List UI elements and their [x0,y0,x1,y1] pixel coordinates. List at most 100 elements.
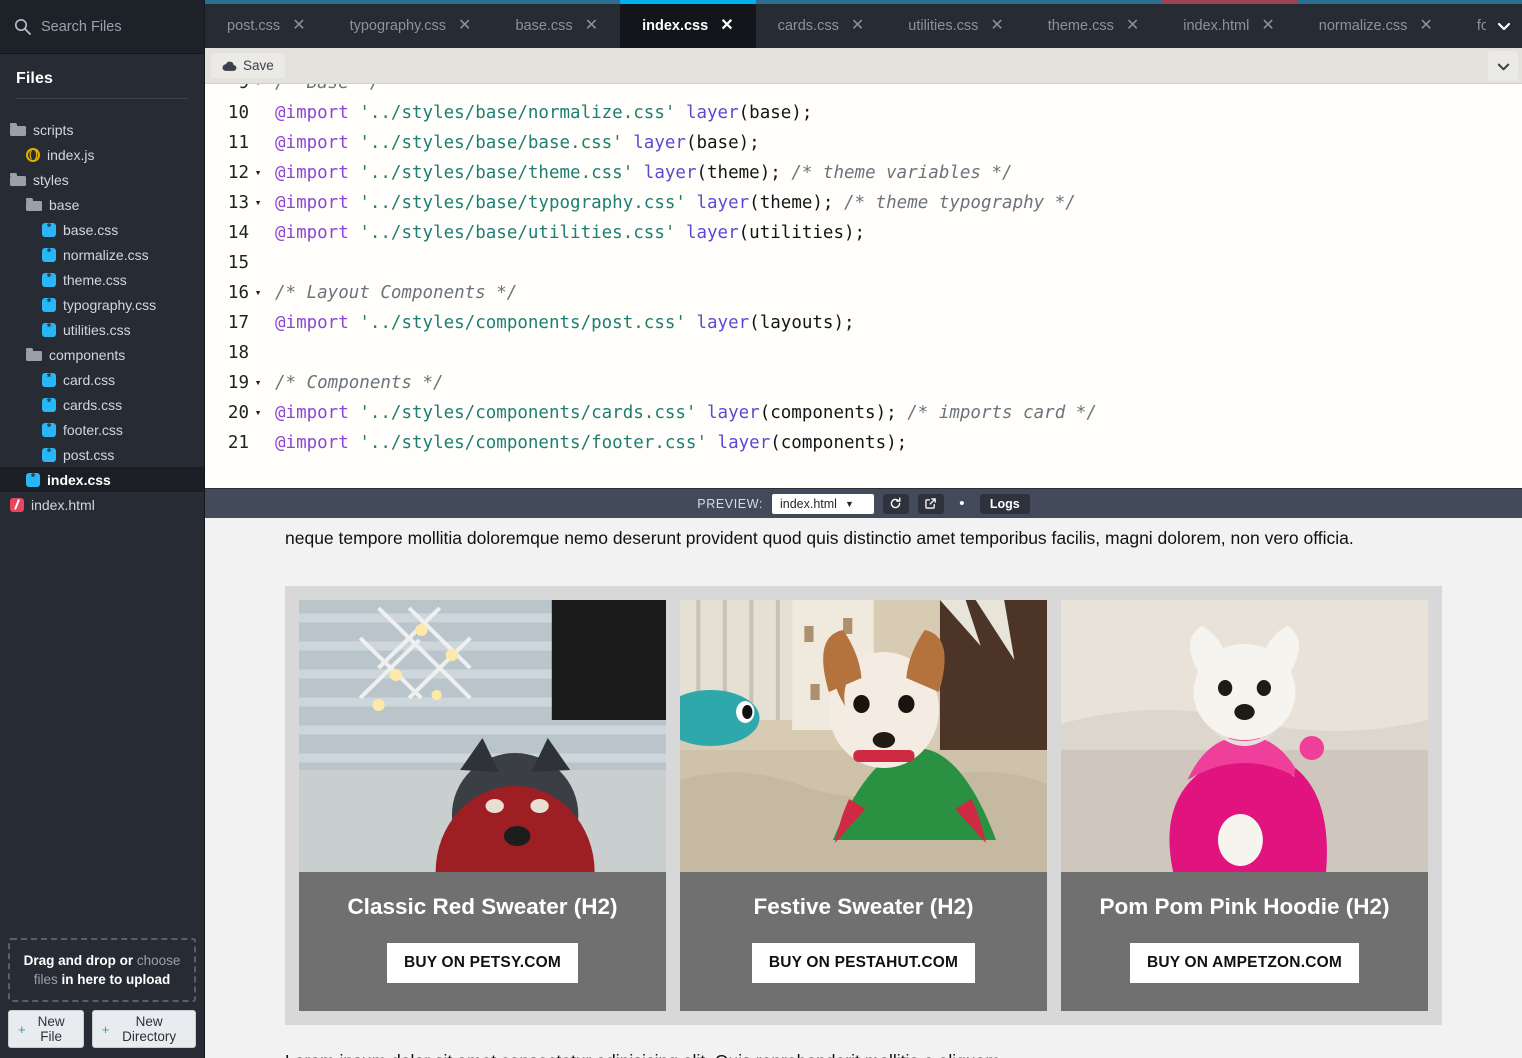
close-icon[interactable]: ✕ [851,18,864,34]
file-tree-item-label: scripts [33,122,73,138]
tab-overflow-button[interactable] [1486,0,1522,48]
preview-file-select[interactable]: index.html ▼ [772,494,874,514]
file-tree-item[interactable]: index.html [0,492,204,517]
editor-tab-label: normalize.css [1319,18,1408,34]
close-icon[interactable]: ✕ [1261,18,1274,34]
file-tree-item[interactable]: *base.css [0,217,204,242]
file-tree-item-label: base.css [63,222,118,238]
refresh-icon [889,497,902,510]
code-editor[interactable]: 9▾/* Base */10@import '../styles/base/no… [205,84,1522,488]
code-fold-toggle[interactable]: ▾ [251,84,265,98]
code-token-kw: layer [718,433,771,453]
code-line: 15 [205,248,1522,278]
logs-button[interactable]: Logs [980,494,1030,514]
code-token-at: @import [275,313,349,333]
editor-tab[interactable]: utilities.css✕ [886,0,1026,48]
preview-paragraph-bottom: Lorem ipsum dolor sit amet consectetur a… [285,1045,1425,1058]
code-line: 13▾@import '../styles/base/typography.cs… [205,188,1522,218]
file-tree-item-label: typography.css [63,297,156,313]
line-number: 14 [205,218,251,248]
file-tree-item[interactable]: *theme.css [0,267,204,292]
new-file-button[interactable]: + New File [8,1010,84,1048]
code-fold-toggle[interactable]: ▾ [251,158,265,188]
file-tree-item[interactable]: base [0,192,204,217]
css-file-icon: * [42,323,56,337]
line-number: 15 [205,248,251,278]
code-token-plain: (components); [760,403,908,423]
close-icon[interactable]: ✕ [1419,18,1432,34]
new-directory-label: New Directory [112,1014,186,1044]
new-directory-button[interactable]: + New Directory [92,1010,196,1048]
editor-tab[interactable]: base.css✕ [493,0,620,48]
file-tree-item[interactable]: *post.css [0,442,204,467]
file-tree-item[interactable]: *normalize.css [0,242,204,267]
editor-tab-label: index.html [1183,18,1249,34]
code-token-at: @import [275,103,349,123]
close-icon[interactable]: ✕ [458,18,471,34]
code-fold-toggle[interactable]: ▾ [251,398,265,428]
code-text: @import '../styles/base/typography.css' … [265,188,1076,218]
file-tree-item[interactable]: *index.css [0,467,204,492]
code-fold-toggle[interactable]: ▾ [251,368,265,398]
close-icon[interactable]: ✕ [990,18,1003,34]
code-fold-toggle [251,308,265,338]
code-text: @import '../styles/base/normalize.css' l… [265,98,812,128]
close-icon[interactable]: ✕ [720,18,733,34]
search-bar[interactable] [0,0,204,54]
code-token-kw: layer [686,223,739,243]
file-sidebar: Files scripts()index.jsstylesbase*base.c… [0,0,205,1058]
close-icon[interactable]: ✕ [292,18,305,34]
search-input[interactable] [41,19,191,35]
editor-tab[interactable]: post.css✕ [205,0,328,48]
upload-dropzone[interactable]: Drag and drop or choose files in here to… [8,938,196,1002]
code-token-str: '../styles/base/base.css' [359,133,622,153]
save-label: Save [243,58,274,73]
editor-tab-label: index.css [642,18,708,34]
code-token-comment: /* theme typography */ [844,193,1076,213]
editor-tab[interactable]: theme.css✕ [1026,0,1162,48]
file-tree-item[interactable]: *cards.css [0,392,204,417]
code-token-kw: layer [707,403,760,423]
code-token-comment: /* theme variables */ [791,163,1012,183]
file-tree-item[interactable]: styles [0,167,204,192]
preview-viewport[interactable]: neque tempore mollitia doloremque nemo d… [205,518,1522,1058]
file-tree-item[interactable]: *card.css [0,367,204,392]
file-tree-item[interactable]: ()index.js [0,142,204,167]
file-tree-item[interactable]: *typography.css [0,292,204,317]
editor-tab[interactable]: index.html ✕ [1161,0,1297,48]
code-token-plain [349,133,360,153]
editor-tab[interactable]: typography.css✕ [328,0,494,48]
open-in-new-window-button[interactable] [918,494,944,514]
code-line: 14@import '../styles/base/utilities.css'… [205,218,1522,248]
buy-button[interactable]: BUY ON PETSY.COM [387,943,578,983]
code-fold-toggle[interactable]: ▾ [251,188,265,218]
code-token-plain: (utilities); [739,223,865,243]
status-dot: • [953,499,971,509]
code-token-plain [349,163,360,183]
code-fold-toggle [251,218,265,248]
code-token-comment: /* Base */ [275,84,380,93]
file-tree-item[interactable]: components [0,342,204,367]
file-tree-item[interactable]: scripts [0,117,204,142]
line-number: 18 [205,338,251,368]
refresh-button[interactable] [883,494,909,514]
file-tree-item[interactable]: *footer.css [0,417,204,442]
editor-tab[interactable]: index.css ✕ [620,0,756,48]
close-icon[interactable]: ✕ [585,18,598,34]
code-text: @import '../styles/components/footer.css… [265,428,907,458]
code-line: 19▾/* Components */ [205,368,1522,398]
buy-button[interactable]: BUY ON PESTAHUT.COM [752,943,975,983]
save-button[interactable]: Save [211,53,285,78]
file-tree-item[interactable]: *utilities.css [0,317,204,342]
new-file-label: New File [29,1014,74,1044]
file-tree: scripts()index.jsstylesbase*base.css*nor… [0,109,204,928]
editor-tab[interactable]: normalize.css ✕ [1297,0,1455,48]
editor-tab[interactable]: cards.css✕ [756,0,887,48]
code-token-comment: /* Components */ [275,373,444,393]
code-fold-toggle[interactable]: ▾ [251,278,265,308]
folder-icon [10,123,26,136]
close-icon[interactable]: ✕ [1126,18,1139,34]
line-number: 13 [205,188,251,218]
buy-button[interactable]: BUY ON AMPETZON.COM [1130,943,1359,983]
editor-options-button[interactable] [1488,51,1518,81]
